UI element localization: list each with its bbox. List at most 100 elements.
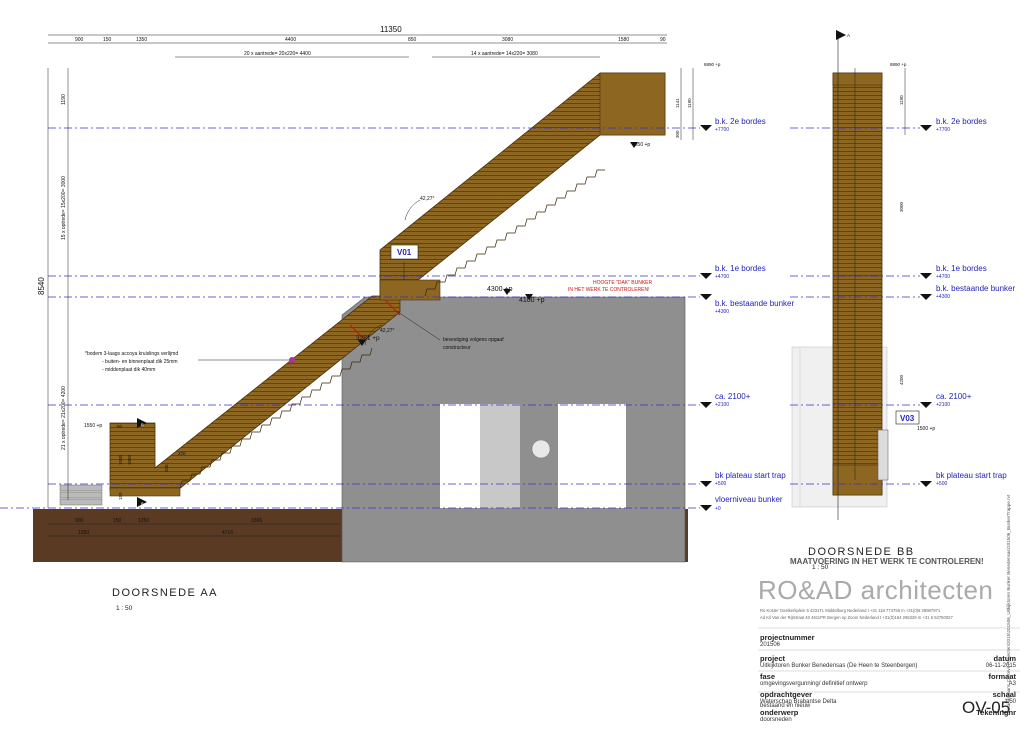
level-7550: 7550 +p bbox=[632, 142, 650, 148]
bottom-dim-1050: 1050 bbox=[78, 530, 89, 536]
projectnummer-label: projectnummer bbox=[760, 633, 815, 642]
small-dim-200: 200 bbox=[164, 464, 169, 472]
address-line-1: Ro Koster Oostkerkplein 5 4331TL Middelb… bbox=[760, 608, 941, 613]
left-vdim-1190: 1190 bbox=[61, 94, 67, 105]
level-bb-val-3: +2100 bbox=[936, 402, 950, 408]
bottom-dim-1250: 1250 bbox=[138, 518, 149, 524]
level-aa-name-3: ca. 2100+ bbox=[715, 392, 751, 401]
bb-dim-3000: 3000 bbox=[899, 201, 904, 212]
note-board-2: - buiten- en binnenplaat dik 25mm bbox=[102, 359, 178, 365]
level-bb-val-0: +7700 bbox=[936, 127, 950, 133]
section-aa-scale: 1 : 50 bbox=[116, 605, 133, 612]
sheet-number: OV-05 bbox=[962, 698, 1011, 717]
tread-right: 14 x aantrede= 14x220= 3080 bbox=[471, 51, 538, 57]
level-bb-val-1: +4700 bbox=[936, 274, 950, 280]
section-aa-title: DOORSNEDE AA bbox=[112, 587, 218, 599]
opdrachtgever-label: opdrachtgever bbox=[760, 690, 813, 699]
warning-text: MAATVOERING IN HET WERK TE CONTROLEREN! bbox=[790, 557, 984, 566]
small-dim-50: 50 bbox=[117, 424, 123, 429]
section-marker-b-bottom: B bbox=[141, 501, 144, 506]
level-markers-aa bbox=[700, 125, 712, 511]
level-aa-val-1: +4700 bbox=[715, 274, 729, 280]
level-markers-bb bbox=[920, 125, 932, 487]
dak-note-1: HOOGTE "DAK" BUNKER bbox=[593, 280, 653, 286]
level-aa-name-0: b.k. 2e bordes bbox=[715, 117, 766, 126]
bottom-dim-4716: 4716 bbox=[222, 530, 233, 536]
bb-marker-a: A bbox=[847, 33, 850, 38]
level-bb-name-0: b.k. 2e bordes bbox=[936, 117, 987, 126]
section-marker-bb-arrow bbox=[836, 30, 846, 40]
bottom-dim-900: 900 bbox=[75, 518, 84, 524]
bottom-dim-3366: 3366 bbox=[251, 518, 262, 524]
level-aa-val-2: +4300 bbox=[715, 309, 729, 315]
level-aa-val-4: +500 bbox=[715, 481, 726, 487]
note-board-3: - middenplaat dik 40mm bbox=[102, 367, 155, 373]
level-aa-name-2: b.k. bestaande bunker bbox=[715, 299, 795, 308]
file-path: bestandsnaam: C:\Revit Projecten\2015\20… bbox=[1006, 494, 1011, 715]
level-aa-val-3: +2100 bbox=[715, 402, 729, 408]
fase-value: omgevingsvergunning/ definitief ontwerp bbox=[760, 681, 868, 687]
bottom-dim-150: 150 bbox=[113, 518, 122, 524]
dim-1350: 1350 bbox=[136, 37, 147, 43]
note-board-1: *bodem 3-laags accoya kruislings verlijm… bbox=[85, 351, 178, 357]
dim-4400: 4400 bbox=[285, 37, 296, 43]
level-4100: 4100 +p bbox=[519, 297, 545, 304]
small-dim-150: 150 bbox=[118, 492, 123, 500]
left-vdim-3000: 15 x optrede= 15x200= 3000 bbox=[61, 176, 67, 240]
bevestiging-2: constructeur bbox=[443, 345, 471, 351]
dak-note-2: IN HET WERK TE CONTROLEREN! bbox=[568, 287, 650, 293]
existing-bunker bbox=[341, 296, 686, 563]
level-bb-val-2: +4300 bbox=[936, 294, 950, 300]
drawing-sheet: 11350 900 150 1350 4400 850 3080 1580 90… bbox=[0, 0, 1030, 729]
level-bb-name-1: b.k. 1e bordes bbox=[936, 264, 987, 273]
level-bb-name-2: b.k. bestaande bunker bbox=[936, 284, 1016, 293]
architect-address: Ro Koster Oostkerkplein 5 4331TL Middelb… bbox=[760, 607, 1022, 621]
level-aa-val-0: +7700 bbox=[715, 127, 729, 133]
project-value: Uitkijktoren Bunker Benedensas (De Heen … bbox=[760, 663, 918, 669]
onderwerp-value-1: doorsneden bbox=[760, 717, 792, 723]
dim-150: 150 bbox=[103, 37, 112, 43]
fase-label: fase bbox=[760, 672, 776, 681]
overall-dim-aa: 11350 bbox=[380, 25, 402, 34]
bb-dim-4200: 4200 bbox=[899, 374, 904, 385]
angle-mid: 42,27° bbox=[380, 328, 395, 334]
right-dim-1190: 1190 bbox=[687, 98, 692, 108]
dim-3080: 3080 bbox=[502, 37, 513, 43]
bb-level-1500: 1500 +p bbox=[917, 426, 935, 432]
level-aa-name-1: b.k. 1e bordes bbox=[715, 264, 766, 273]
level-3281: 3281 +p bbox=[356, 335, 380, 342]
project-label: project bbox=[760, 654, 786, 663]
level-bb-val-4: +500 bbox=[936, 481, 947, 487]
bevestiging-1: bevestiging volgens opgaaf bbox=[443, 337, 504, 343]
level-1550: 1550 +p bbox=[84, 423, 102, 429]
level-4300: 4300 +p bbox=[487, 286, 513, 293]
v01-tag: V01 bbox=[397, 248, 412, 257]
small-dim-220: 220 bbox=[178, 451, 186, 456]
level-aa-name-5: vloerniveau bunker bbox=[715, 495, 783, 504]
level-aa-name-4: bk plateau start trap bbox=[715, 471, 786, 480]
right-dim-300: 300 bbox=[675, 130, 680, 138]
dim-1580: 1580 bbox=[618, 37, 629, 43]
onderwerp-value-2: bestaand en nieuw bbox=[760, 703, 811, 709]
stair-section-bb bbox=[791, 31, 889, 520]
level-bb-name-4: bk plateau start trap bbox=[936, 471, 1007, 480]
vertical-total: 8540 bbox=[37, 277, 46, 295]
right-dim-8890: 8890 +p bbox=[704, 62, 721, 67]
projectnummer-value: 201506 bbox=[760, 642, 781, 648]
dim-850: 850 bbox=[408, 37, 417, 43]
small-dim-1050: 1050 bbox=[127, 454, 132, 465]
level-bb-name-3: ca. 2100+ bbox=[936, 392, 972, 401]
datum-value: 06-11-2015 bbox=[985, 663, 1016, 669]
small-dim-1000: 1000 bbox=[118, 454, 123, 465]
dim-90: 90 bbox=[660, 37, 666, 43]
bb-dim-8890: 8890 +p bbox=[890, 62, 907, 67]
datum-label: datum bbox=[993, 654, 1017, 663]
angle-top: 42,27° bbox=[420, 196, 435, 202]
section-marker-b-top: B bbox=[141, 422, 144, 427]
level-aa-val-5: +0 bbox=[715, 506, 721, 512]
architect-logo: RO&AD architecten bbox=[758, 575, 994, 605]
v03-tag: V03 bbox=[900, 414, 915, 423]
tread-left: 20 x aantrede= 20x220= 4400 bbox=[244, 51, 311, 57]
right-dim-1141: 1141 bbox=[675, 98, 680, 108]
dim-900: 900 bbox=[75, 37, 84, 43]
